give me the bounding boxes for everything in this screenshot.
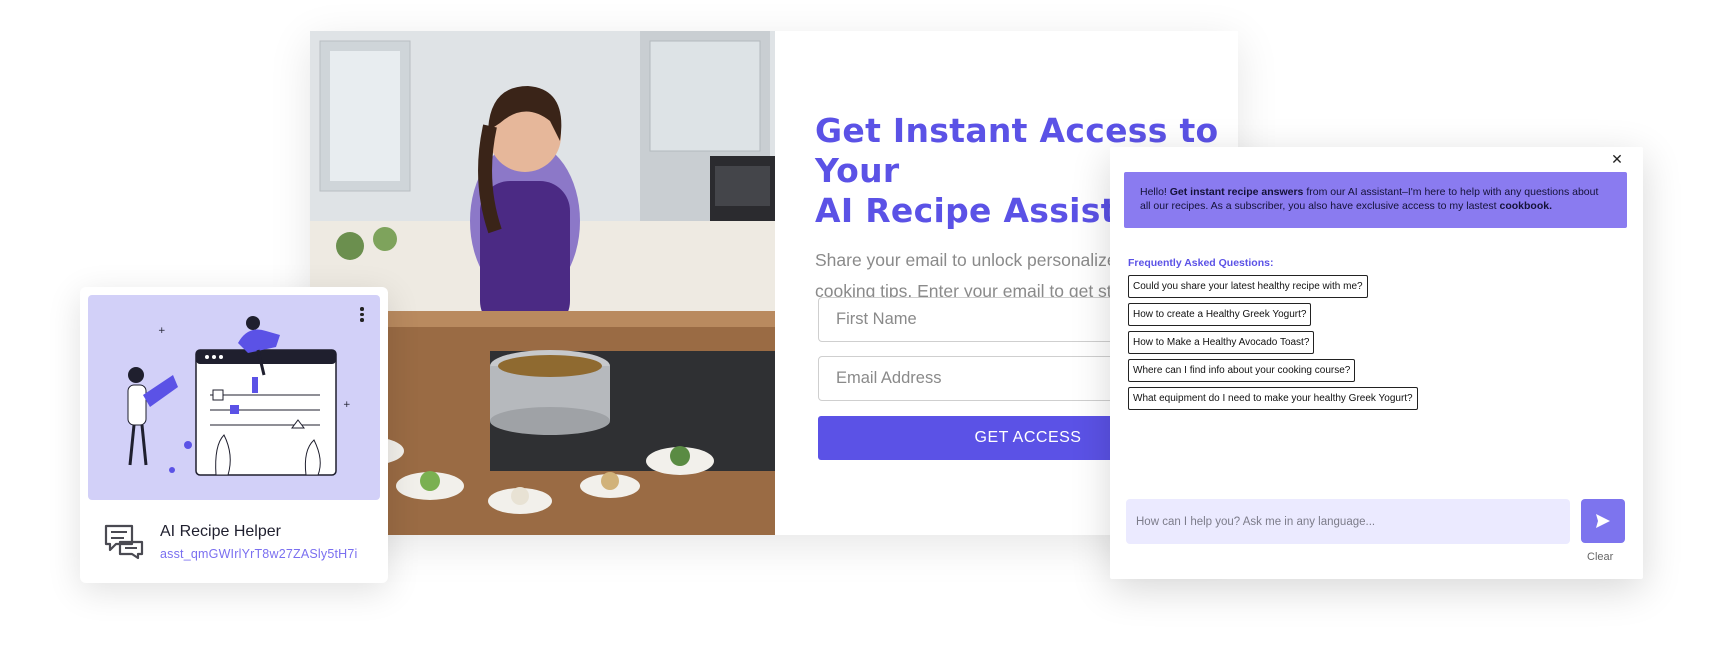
- close-icon[interactable]: ✕: [1609, 152, 1625, 168]
- send-icon: [1596, 514, 1610, 528]
- chat-message-input[interactable]: [1126, 499, 1570, 544]
- welcome-bold-1: Get instant recipe answers: [1169, 186, 1304, 198]
- assistant-meta: AI Recipe Helper asst_qmGWIrlYrT8w27ZASl…: [88, 520, 380, 564]
- welcome-bold-2: cookbook.: [1499, 199, 1553, 212]
- more-options-icon[interactable]: [356, 305, 368, 327]
- send-button[interactable]: [1581, 499, 1625, 543]
- faq-title: Frequently Asked Questions:: [1128, 257, 1274, 269]
- assistant-illustration: + +: [88, 295, 380, 500]
- svg-text:+: +: [158, 326, 166, 336]
- faq-list: Could you share your latest healthy reci…: [1128, 275, 1418, 415]
- chat-bubbles-icon: [104, 524, 144, 560]
- assistant-text: AI Recipe Helper asst_qmGWIrlYrT8w27ZASl…: [160, 523, 358, 561]
- chat-widget: ✕ Hello! Get instant recipe answers from…: [1110, 147, 1643, 579]
- assistant-card: + + AI Recipe Helper asst_qmGWIrlYrT8w27…: [80, 287, 388, 583]
- faq-item[interactable]: What equipment do I need to make your he…: [1128, 387, 1418, 410]
- assistant-name: AI Recipe Helper: [160, 523, 281, 540]
- optin-card: Get Instant Access to Your AI Recipe Ass…: [310, 31, 1238, 535]
- faq-item[interactable]: How to create a Healthy Greek Yogurt?: [1128, 303, 1312, 326]
- welcome-text-1: Hello!: [1140, 186, 1170, 198]
- people-editing-ui-illustration: + +: [127, 316, 351, 476]
- welcome-message: Hello! Get instant recipe answers from o…: [1124, 172, 1627, 228]
- faq-item[interactable]: Where can I find info about your cooking…: [1128, 359, 1356, 382]
- faq-item[interactable]: How to Make a Healthy Avocado Toast?: [1128, 331, 1315, 354]
- faq-item[interactable]: Could you share your latest healthy reci…: [1128, 275, 1368, 298]
- svg-text:+: +: [343, 400, 351, 410]
- assistant-id: asst_qmGWIrlYrT8w27ZASly5tH7i: [160, 547, 358, 561]
- clear-button[interactable]: Clear: [1587, 551, 1613, 563]
